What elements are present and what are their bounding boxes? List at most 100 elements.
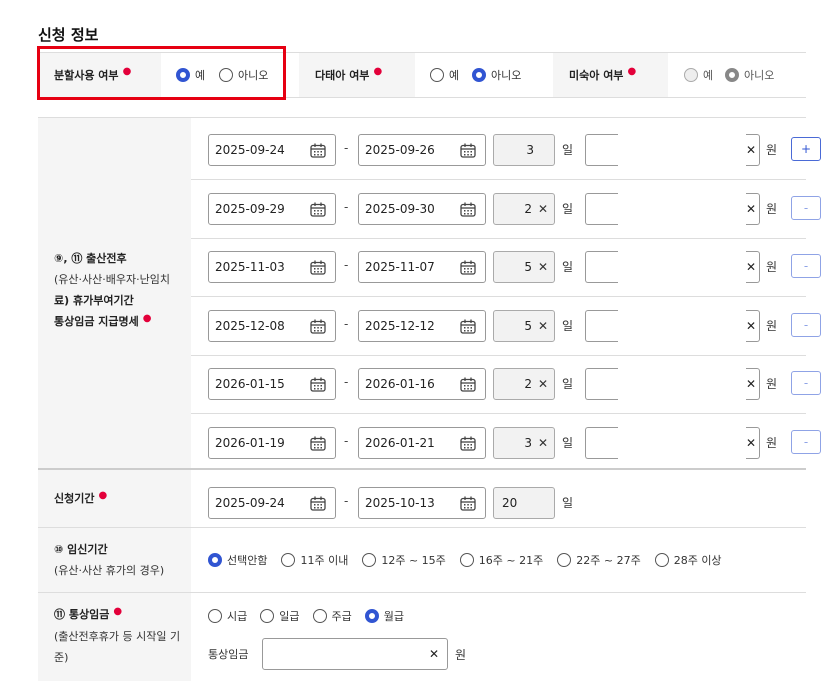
wage-amount-input[interactable] (585, 368, 618, 400)
period-days-field: 3 (493, 134, 555, 166)
wage-amount-clear[interactable]: ✕ (746, 368, 760, 400)
calendar-icon[interactable] (310, 436, 326, 451)
clear-icon[interactable]: ✕ (746, 319, 756, 333)
wage-type-option[interactable]: 시급 (208, 608, 247, 624)
wage-amount-clear[interactable]: ✕ (746, 251, 760, 283)
ordinary-wage-input[interactable]: ✕ (262, 638, 448, 670)
button-label: - (803, 200, 809, 215)
calendar-icon[interactable] (310, 319, 326, 334)
period-start-date[interactable]: 2025-09-29 (208, 192, 336, 225)
multiple-birth-no[interactable]: 아니오 (472, 53, 521, 97)
won-unit: 원 (766, 260, 778, 274)
period-start-date[interactable]: 2025-12-08 (208, 309, 336, 342)
option-label: 16주 ~ 21주 (478, 554, 544, 567)
radio-icon (362, 553, 377, 567)
remove-period-button[interactable]: - (791, 371, 821, 395)
date-value: 2025-12-08 (215, 318, 285, 333)
calendar-icon[interactable] (460, 202, 476, 217)
radio-icon (208, 609, 222, 623)
period-end-date[interactable]: 2025-09-30 (358, 192, 486, 225)
multiple-birth-label: 다태아 여부 ● (299, 53, 415, 97)
periods-label-line1: ⑨, ⑪ 출산전후 (54, 252, 127, 265)
clear-icon[interactable]: ✕ (746, 260, 756, 274)
won-unit: 원 (766, 377, 778, 391)
remove-period-button[interactable]: - (791, 429, 821, 454)
calendar-icon[interactable] (460, 496, 476, 511)
calendar-icon[interactable] (460, 319, 476, 334)
wage-label-text: ⑪ 통상임금 (54, 608, 110, 621)
wage-amount-input[interactable] (585, 309, 618, 342)
calendar-icon[interactable] (310, 143, 326, 158)
clear-icon[interactable]: ✕ (746, 143, 756, 157)
clear-icon[interactable]: ✕ (538, 436, 548, 450)
wage-label-sub2: 준) (54, 651, 69, 664)
pregnancy-option[interactable]: 12주 ~ 15주 (362, 552, 446, 568)
pregnancy-option[interactable]: 28주 이상 (654, 552, 722, 568)
wage-amount-clear[interactable]: ✕ (746, 309, 760, 342)
date-value: 2025-09-24 (215, 143, 285, 157)
remove-period-button[interactable]: - (791, 312, 821, 337)
period-end-date[interactable]: 2025-11-07 (358, 251, 486, 283)
pregnancy-option[interactable]: 16주 ~ 21주 (459, 552, 544, 568)
period-end-date[interactable]: 2025-12-12 (358, 309, 486, 342)
clear-icon[interactable]: ✕ (746, 436, 756, 450)
application-start-date[interactable]: 2025-09-24 (208, 487, 336, 519)
clear-icon[interactable]: ✕ (538, 377, 548, 391)
calendar-icon[interactable] (460, 143, 476, 158)
button-label: - (803, 376, 809, 390)
calendar-icon[interactable] (460, 436, 476, 451)
premature-label: 미숙아 여부 ● (553, 53, 668, 97)
wage-amount-input[interactable] (585, 251, 618, 283)
wage-type-option[interactable]: 주급 (312, 608, 352, 624)
pregnancy-option[interactable]: 22주 ~ 27주 (557, 552, 641, 568)
application-end-date[interactable]: 2025-10-13 (358, 487, 486, 519)
wage-type-option[interactable]: 일급 (260, 608, 300, 624)
wage-amount-clear[interactable]: ✕ (746, 426, 760, 459)
clear-icon[interactable]: ✕ (538, 319, 548, 333)
radio-icon (430, 68, 444, 82)
premature-yes: 예 (684, 53, 713, 97)
clear-icon[interactable]: ✕ (429, 647, 439, 661)
wage-amount-input[interactable] (585, 192, 618, 225)
divider (191, 296, 806, 297)
clear-icon[interactable]: ✕ (746, 202, 756, 216)
date-separator: - (344, 316, 349, 331)
wage-amount-clear[interactable]: ✕ (746, 134, 760, 166)
application-period-label: 신청기간 ● (54, 488, 107, 510)
calendar-icon[interactable] (310, 260, 326, 275)
ordinary-wage-label-cell: ⑪ 통상임금 ● (출산전후휴가 등 시작일 기 준) (38, 593, 191, 681)
wage-amount-clear[interactable]: ✕ (746, 192, 760, 225)
period-end-date[interactable]: 2025-09-26 (358, 134, 486, 166)
multiple-birth-yes[interactable]: 예 (430, 53, 459, 97)
radio-icon (725, 68, 739, 82)
calendar-icon[interactable] (460, 260, 476, 275)
calendar-icon[interactable] (310, 496, 326, 511)
calendar-icon[interactable] (310, 202, 326, 217)
pregnancy-option[interactable]: 선택안함 (208, 552, 267, 568)
date-separator: - (344, 433, 349, 448)
remove-period-button[interactable]: - (791, 195, 821, 220)
add-period-button[interactable]: + (791, 137, 821, 161)
period-end-date[interactable]: 2026-01-16 (358, 368, 486, 400)
period-start-date[interactable]: 2025-11-03 (208, 251, 336, 283)
date-value: 2026-01-15 (215, 377, 285, 391)
pregnancy-option[interactable]: 11주 이내 (281, 552, 348, 568)
clear-icon[interactable]: ✕ (538, 202, 548, 216)
date-separator: - (344, 199, 349, 214)
clear-icon[interactable]: ✕ (746, 377, 756, 391)
period-end-date[interactable]: 2026-01-21 (358, 426, 486, 459)
calendar-icon[interactable] (310, 377, 326, 392)
clear-icon[interactable]: ✕ (538, 260, 548, 274)
wage-type-option[interactable]: 월급 (364, 608, 404, 624)
button-label: - (803, 259, 809, 273)
button-label: - (803, 317, 809, 332)
period-start-date[interactable]: 2025-09-24 (208, 134, 336, 166)
period-start-date[interactable]: 2026-01-15 (208, 368, 336, 400)
periods-label: ⑨, ⑪ 출산전후 (유산·사산·배우자·난임치 료) 휴가부여기간 통상임금 … (54, 248, 170, 333)
day-unit: 일 (562, 201, 574, 216)
remove-period-button[interactable]: - (791, 254, 821, 278)
period-start-date[interactable]: 2026-01-19 (208, 426, 336, 459)
calendar-icon[interactable] (460, 377, 476, 392)
wage-amount-input[interactable] (585, 426, 618, 459)
wage-amount-input[interactable] (585, 134, 618, 166)
